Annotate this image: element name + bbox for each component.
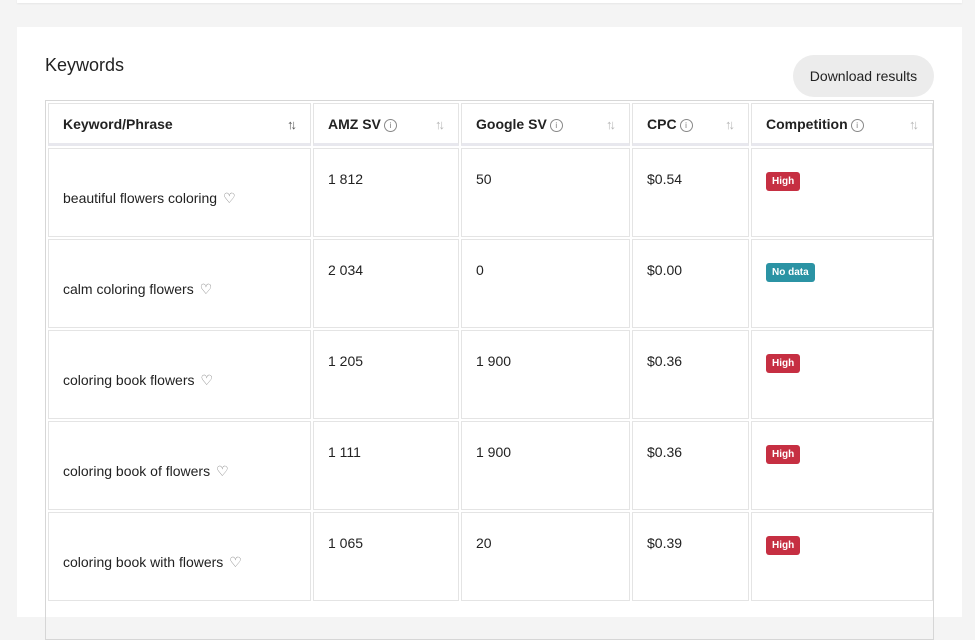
google-sv-cell: 1 900 bbox=[461, 421, 630, 510]
competition-badge: No data bbox=[766, 263, 815, 282]
info-icon[interactable]: i bbox=[679, 118, 693, 132]
keyword-cell: coloring book of flowers ♡ bbox=[48, 421, 311, 510]
sort-icon[interactable]: ↑↓ bbox=[909, 117, 919, 132]
sort-icon[interactable]: ↑↓ bbox=[435, 117, 445, 132]
column-header-label: Competition bbox=[766, 115, 848, 132]
sort-icon[interactable]: ↑↓ bbox=[725, 117, 735, 132]
keywords-card: Keywords Download results Keyword/Phrase… bbox=[17, 27, 962, 640]
keyword-cell: coloring book with flowers ♡ bbox=[48, 512, 311, 601]
amz-sv-cell: 2 034 bbox=[313, 239, 459, 328]
competition-badge: High bbox=[766, 536, 801, 555]
section-title: Keywords bbox=[45, 55, 125, 75]
column-header-label: CPC bbox=[647, 115, 677, 132]
previous-card bbox=[17, 0, 962, 3]
column-header-label: AMZ SV bbox=[328, 115, 381, 132]
column-header-amz-sv[interactable]: AMZ SV i ↑↓ bbox=[313, 103, 459, 146]
competition-badge: High bbox=[766, 354, 801, 373]
info-icon[interactable]: i bbox=[549, 118, 563, 132]
heart-icon[interactable]: ♡ bbox=[216, 463, 229, 480]
sort-icon[interactable]: ↑↓ bbox=[287, 117, 297, 132]
table-row: coloring book with flowers ♡ 1 065 20 $0.… bbox=[48, 512, 933, 601]
column-header-cpc[interactable]: CPC i ↑↓ bbox=[632, 103, 749, 146]
amz-sv-cell: 1 065 bbox=[313, 512, 459, 601]
sort-icon[interactable]: ↑↓ bbox=[606, 117, 616, 132]
column-header-label: Keyword/Phrase bbox=[63, 115, 173, 132]
keyword-text: coloring book flowers bbox=[63, 372, 195, 388]
keyword-cell: coloring book flowers ♡ bbox=[48, 330, 311, 419]
competition-cell: High bbox=[751, 512, 933, 601]
heart-icon[interactable]: ♡ bbox=[200, 281, 213, 298]
table-header-row: Keyword/Phrase ↑↓ AMZ SV i ↑↓ Google SV i … bbox=[48, 103, 933, 146]
heart-icon[interactable]: ♡ bbox=[229, 554, 242, 571]
cpc-cell: $0.00 bbox=[632, 239, 749, 328]
table-row: calm coloring flowers ♡ 2 034 0 $0.00 No … bbox=[48, 239, 933, 328]
cpc-cell: $0.39 bbox=[632, 512, 749, 601]
download-results-button[interactable]: Download results bbox=[793, 55, 934, 97]
keyword-text: coloring book of flowers bbox=[63, 463, 211, 479]
keyword-cell: calm coloring flowers ♡ bbox=[48, 239, 311, 328]
competition-badge: High bbox=[766, 172, 801, 191]
keywords-table-container: Keyword/Phrase ↑↓ AMZ SV i ↑↓ Google SV i … bbox=[45, 100, 934, 640]
info-icon[interactable]: i bbox=[383, 118, 397, 132]
google-sv-cell: 0 bbox=[461, 239, 630, 328]
info-icon[interactable]: i bbox=[850, 118, 864, 132]
table-row: beautiful flowers coloring ♡ 1 812 50 $0.… bbox=[48, 148, 933, 237]
competition-badge: High bbox=[766, 445, 801, 464]
keyword-text: beautiful flowers coloring bbox=[63, 190, 218, 206]
competition-cell: High bbox=[751, 148, 933, 237]
heart-icon[interactable]: ♡ bbox=[223, 190, 236, 207]
cpc-cell: $0.54 bbox=[632, 148, 749, 237]
keyword-cell: beautiful flowers coloring ♡ bbox=[48, 148, 311, 237]
keyword-text: coloring book with flowers bbox=[63, 554, 224, 570]
keyword-text: calm coloring flowers bbox=[63, 281, 194, 297]
competition-cell: High bbox=[751, 421, 933, 510]
column-header-keyword[interactable]: Keyword/Phrase ↑↓ bbox=[48, 103, 311, 146]
google-sv-cell: 20 bbox=[461, 512, 630, 601]
amz-sv-cell: 1 205 bbox=[313, 330, 459, 419]
google-sv-cell: 1 900 bbox=[461, 330, 630, 419]
cpc-cell: $0.36 bbox=[632, 330, 749, 419]
amz-sv-cell: 1 111 bbox=[313, 421, 459, 510]
column-header-competition[interactable]: Competition i ↑↓ bbox=[751, 103, 933, 146]
table-row: coloring book of flowers ♡ 1 111 1 900 $0… bbox=[48, 421, 933, 510]
google-sv-cell: 50 bbox=[461, 148, 630, 237]
competition-cell: No data bbox=[751, 239, 933, 328]
keywords-table: Keyword/Phrase ↑↓ AMZ SV i ↑↓ Google SV i … bbox=[46, 101, 933, 603]
competition-cell: High bbox=[751, 330, 933, 419]
heart-icon[interactable]: ♡ bbox=[201, 372, 214, 389]
column-header-google-sv[interactable]: Google SV i ↑↓ bbox=[461, 103, 630, 146]
column-header-label: Google SV bbox=[476, 115, 547, 132]
amz-sv-cell: 1 812 bbox=[313, 148, 459, 237]
cpc-cell: $0.36 bbox=[632, 421, 749, 510]
table-row: coloring book flowers ♡ 1 205 1 900 $0.36… bbox=[48, 330, 933, 419]
